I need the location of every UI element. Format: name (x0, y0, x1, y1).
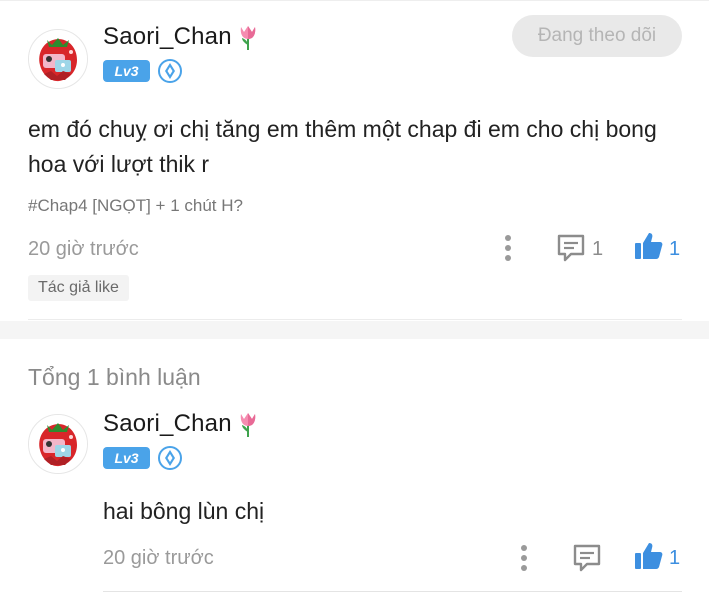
reply-count: 1 (592, 238, 604, 260)
comment-icon[interactable] (556, 233, 586, 263)
reply-time: 20 giờ trước (103, 547, 214, 569)
reply-username-text: Saori_Chan (103, 410, 232, 437)
comment-time: 20 giờ trước (28, 238, 139, 260)
tulip-icon (240, 413, 255, 437)
chapter-tag[interactable]: #Chap4 [NGỌT] + 1 chút H? (28, 196, 243, 216)
comment-text: em đó chuỵ ơi chị tăng em thêm một chap … (28, 116, 657, 177)
comment-icon[interactable] (572, 543, 602, 573)
reply-user-avatar[interactable] (28, 414, 88, 474)
more-vertical-icon[interactable] (519, 544, 529, 572)
reply-username[interactable]: Saori_Chan (103, 410, 260, 438)
avatar-strawberry-icon (29, 30, 87, 88)
reply-text: hai bông lùn chị (103, 498, 265, 524)
rank-shield-icon (158, 59, 182, 83)
rank-shield-icon (158, 446, 182, 470)
reply-like-count: 1 (669, 547, 681, 569)
reply-level-badge: Lv3 (103, 447, 150, 469)
level-badge: Lv3 (103, 60, 150, 82)
total-comments-label: Tổng 1 bình luận (28, 364, 201, 390)
bottom-divider (103, 591, 682, 592)
avatar-strawberry-icon (29, 415, 87, 473)
author-like-badge: Tác giả like (28, 275, 129, 301)
following-button[interactable]: Đang theo dõi (512, 15, 682, 57)
tulip-icon (240, 26, 255, 50)
section-separator (0, 321, 709, 339)
user-avatar[interactable] (28, 29, 88, 89)
username-text: Saori_Chan (103, 23, 232, 50)
like-count: 1 (669, 238, 681, 260)
username[interactable]: Saori_Chan (103, 23, 260, 51)
divider (28, 319, 682, 320)
thumbs-up-icon[interactable] (633, 540, 665, 572)
more-vertical-icon[interactable] (503, 234, 513, 262)
thumbs-up-icon[interactable] (633, 230, 665, 262)
top-divider (0, 0, 709, 1)
